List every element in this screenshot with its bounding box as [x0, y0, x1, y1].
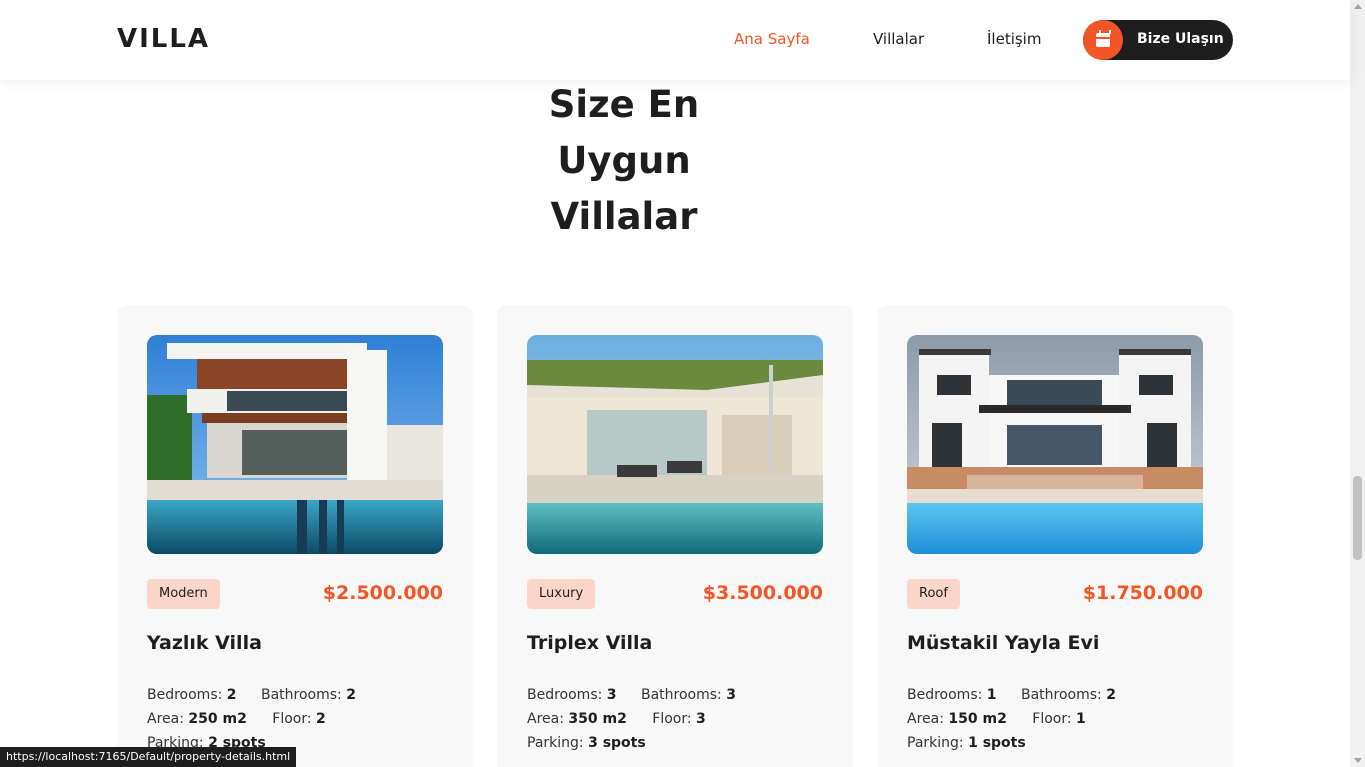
- site-header: VILLA Ana Sayfa Villalar İletişim Bize U…: [0, 0, 1350, 80]
- property-card: Roof $1.750.000 Müstakil Yayla Evi Bedro…: [877, 305, 1233, 767]
- property-category-badge: Luxury: [527, 579, 596, 609]
- vertical-scrollbar[interactable]: [1350, 0, 1365, 767]
- property-price: $1.750.000: [1082, 582, 1203, 604]
- contact-us-button[interactable]: Bize Ulaşın: [1083, 20, 1233, 60]
- area-spec: Area: 250 m2: [147, 711, 247, 727]
- section-title-line: Uygun: [557, 139, 691, 182]
- bathrooms-spec: Bathrooms: 3: [641, 687, 736, 703]
- section-title: Size En Uygun Villalar: [520, 77, 728, 245]
- parking-spec: Parking: 3 spots: [527, 735, 646, 751]
- floor-spec: Floor: 1: [1032, 711, 1086, 727]
- bathrooms-spec: Bathrooms: 2: [1021, 687, 1116, 703]
- property-price: $3.500.000: [702, 582, 823, 604]
- property-specs: Bedrooms: 1 Bathrooms: 2 Area: 150 m2 Fl…: [907, 683, 1116, 755]
- section-title-line: Villalar: [550, 195, 698, 238]
- property-name-link[interactable]: Triplex Villa: [527, 632, 652, 654]
- property-card: Luxury $3.500.000 Triplex Villa Bedrooms…: [497, 305, 853, 767]
- property-category-badge: Modern: [147, 579, 220, 609]
- bathrooms-spec: Bathrooms: 2: [261, 687, 356, 703]
- calendar-icon: [1083, 20, 1123, 60]
- scrollbar-thumb[interactable]: [1353, 476, 1362, 560]
- property-name-link[interactable]: Müstakil Yayla Evi: [907, 632, 1099, 654]
- property-specs: Bedrooms: 3 Bathrooms: 3 Area: 350 m2 Fl…: [527, 683, 736, 755]
- scroll-down-arrow-icon[interactable]: [1354, 758, 1362, 763]
- property-card: Modern $2.500.000 Yazlık Villa Bedrooms:…: [117, 305, 473, 767]
- nav-link-home[interactable]: Ana Sayfa: [734, 30, 810, 48]
- bedrooms-spec: Bedrooms: 1: [907, 687, 997, 703]
- contact-us-label: Bize Ulaşın: [1137, 31, 1224, 47]
- scroll-up-arrow-icon[interactable]: [1354, 4, 1362, 9]
- bedrooms-spec: Bedrooms: 3: [527, 687, 617, 703]
- nav-link-contact[interactable]: İletişim: [987, 30, 1041, 48]
- site-logo[interactable]: VILLA: [117, 24, 210, 54]
- property-name-link[interactable]: Yazlık Villa: [147, 632, 262, 654]
- area-spec: Area: 150 m2: [907, 711, 1007, 727]
- floor-spec: Floor: 2: [272, 711, 326, 727]
- property-image[interactable]: [147, 335, 443, 554]
- nav-link-villas[interactable]: Villalar: [873, 30, 924, 48]
- status-bar-url: https://localhost:7165/Default/property-…: [0, 747, 297, 767]
- property-specs: Bedrooms: 2 Bathrooms: 2 Area: 250 m2 Fl…: [147, 683, 356, 755]
- property-price: $2.500.000: [322, 582, 443, 604]
- property-category-badge: Roof: [907, 579, 960, 609]
- area-spec: Area: 350 m2: [527, 711, 627, 727]
- property-image[interactable]: [907, 335, 1203, 554]
- section-title-line: Size En: [548, 83, 700, 126]
- floor-spec: Floor: 3: [652, 711, 706, 727]
- bedrooms-spec: Bedrooms: 2: [147, 687, 237, 703]
- property-image[interactable]: [527, 335, 823, 554]
- parking-spec: Parking: 1 spots: [907, 735, 1026, 751]
